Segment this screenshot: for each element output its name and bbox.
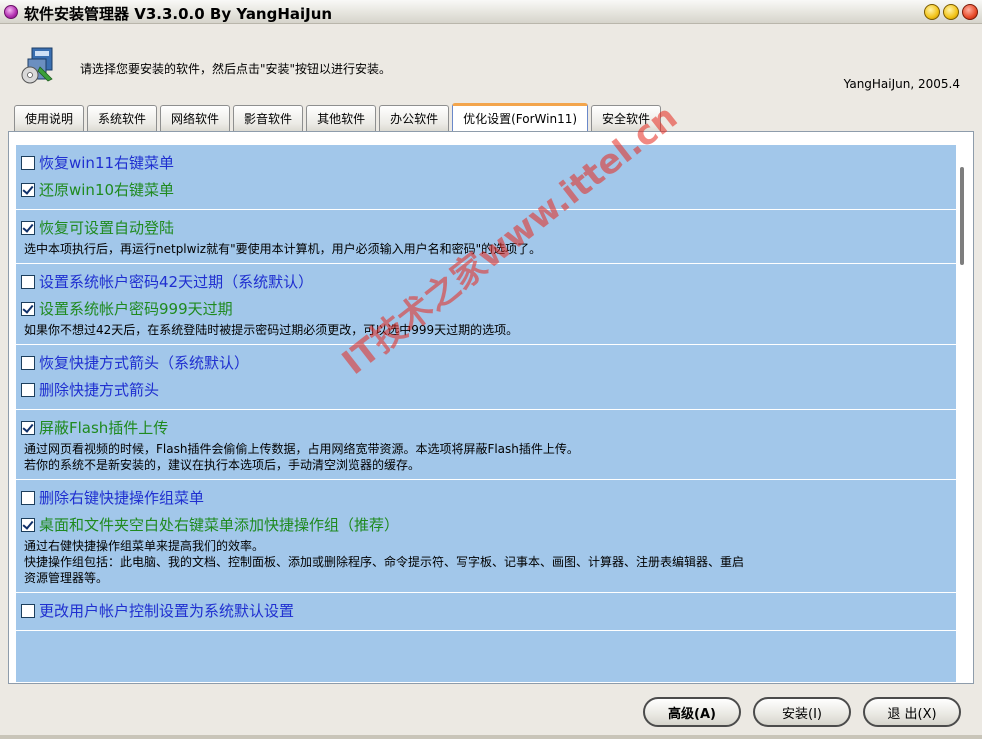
close-button[interactable] bbox=[962, 4, 978, 20]
button-bar: 高级(A) 安装(I) 退 出(X) bbox=[0, 688, 982, 739]
checked-checkbox[interactable] bbox=[21, 420, 35, 435]
option-group: 屏蔽Flash插件上传通过网页看视频的时候，Flash插件会偷偷上传数据，占用网… bbox=[16, 410, 956, 480]
option-group: 设置系统帐户密码42天过期（系统默认） 设置系统帐户密码999天过期如果你不想过4… bbox=[16, 264, 956, 345]
option-label[interactable]: 更改用户帐户控制设置为系统默认设置 bbox=[39, 600, 294, 621]
option-row[interactable]: 更改用户帐户控制设置为系统默认设置 bbox=[16, 597, 956, 624]
option-description: 快捷操作组包括：此电脑、我的文档、控制面板、添加或删除程序、命令提示符、写字板、… bbox=[24, 555, 745, 569]
option-group: 更改用户帐户控制设置为系统默认设置 bbox=[16, 593, 956, 631]
option-label[interactable]: 删除右键快捷操作组菜单 bbox=[39, 487, 204, 508]
window-bottom-edge bbox=[0, 735, 982, 739]
option-row[interactable]: 恢复win11右键菜单 bbox=[16, 149, 956, 176]
instruction-text: 请选择您要安装的软件，然后点击"安装"按钮以进行安装。 bbox=[80, 62, 392, 76]
tab-6[interactable]: 优化设置(ForWin11) bbox=[452, 103, 589, 131]
unchecked-checkbox[interactable] bbox=[21, 490, 35, 505]
author-credit: YangHaiJun, 2005.4 bbox=[843, 77, 960, 91]
maximize-button[interactable] bbox=[943, 4, 959, 20]
option-label[interactable]: 还原win10右键菜单 bbox=[39, 179, 174, 200]
checked-checkbox[interactable] bbox=[21, 182, 35, 197]
option-row[interactable]: 删除右键快捷操作组菜单 bbox=[16, 484, 956, 511]
unchecked-checkbox[interactable] bbox=[21, 355, 35, 370]
option-group: 恢复快捷方式箭头（系统默认） 删除快捷方式箭头 bbox=[16, 345, 956, 410]
option-label[interactable]: 桌面和文件夹空白处右键菜单添加快捷操作组（推荐） bbox=[39, 514, 399, 535]
option-group: 删除右键快捷操作组菜单桌面和文件夹空白处右键菜单添加快捷操作组（推荐） 通过右健快… bbox=[16, 480, 956, 593]
option-label[interactable]: 恢复快捷方式箭头（系统默认） bbox=[39, 352, 249, 373]
option-description: 资源管理器等。 bbox=[24, 571, 109, 585]
window-controls bbox=[924, 4, 978, 20]
tab-1[interactable]: 系统软件 bbox=[87, 105, 158, 131]
option-description: 若你的系统不是新安装的，建议在执行本选项后，手动清空浏览器的缓存。 bbox=[24, 458, 421, 472]
window-title: 软件安装管理器 V3.3.0.0 By YangHaiJun bbox=[24, 5, 333, 23]
option-group: 恢复可设置自动登陆选中本项执行后，再运行netplwiz就有"要使用本计算机，用… bbox=[16, 210, 956, 264]
unchecked-checkbox[interactable] bbox=[21, 603, 35, 618]
unchecked-checkbox[interactable] bbox=[21, 382, 35, 397]
checked-checkbox[interactable] bbox=[21, 220, 35, 235]
option-label[interactable]: 删除快捷方式箭头 bbox=[39, 379, 159, 400]
advanced-button[interactable]: 高级(A) bbox=[643, 697, 741, 727]
option-label[interactable]: 设置系统帐户密码999天过期 bbox=[39, 298, 233, 319]
option-group: 恢复win11右键菜单 还原win10右键菜单 bbox=[16, 145, 956, 210]
scroll-thumb[interactable] bbox=[960, 167, 964, 265]
checked-checkbox[interactable] bbox=[21, 301, 35, 316]
unchecked-checkbox[interactable] bbox=[21, 274, 35, 289]
option-row[interactable]: 屏蔽Flash插件上传 bbox=[16, 414, 956, 441]
tab-5[interactable]: 办公软件 bbox=[379, 105, 450, 131]
tab-3[interactable]: 影音软件 bbox=[233, 105, 304, 131]
option-description: 选中本项执行后，再运行netplwiz就有"要使用本计算机，用户必须输入用户名和… bbox=[24, 242, 542, 256]
tab-2[interactable]: 网络软件 bbox=[160, 105, 231, 131]
minimize-button[interactable] bbox=[924, 4, 940, 20]
tab-panel: 恢复win11右键菜单 还原win10右键菜单 恢复可设置自动登陆 选中本项执行后，再… bbox=[8, 131, 974, 684]
option-description: 通过网页看视频的时候，Flash插件会偷偷上传数据，占用网络宽带资源。本选项将屏… bbox=[24, 442, 579, 456]
option-label[interactable]: 屏蔽Flash插件上传 bbox=[39, 417, 168, 438]
checked-checkbox[interactable] bbox=[21, 517, 35, 532]
options-list: 恢复win11右键菜单 还原win10右键菜单 恢复可设置自动登陆 选中本项执行后，再… bbox=[16, 145, 956, 682]
option-label[interactable]: 恢复可设置自动登陆 bbox=[39, 217, 174, 238]
app-orb-icon bbox=[4, 5, 18, 19]
option-label[interactable]: 恢复win11右键菜单 bbox=[39, 152, 174, 173]
install-button[interactable]: 安装(I) bbox=[753, 697, 851, 727]
option-description: 如果你不想过42天后，在系统登陆时被提示密码过期必须更改，可以选中999天过期的… bbox=[24, 323, 519, 337]
tab-strip: 使用说明 系统软件 网络软件 影音软件 其他软件 办公软件 优化设置(ForWin11) 安全… bbox=[14, 103, 664, 131]
title-bar[interactable]: 软件安装管理器 V3.3.0.0 By YangHaiJun bbox=[0, 0, 982, 24]
tab-0[interactable]: 使用说明 bbox=[14, 105, 85, 131]
option-row[interactable]: 还原win10右键菜单 bbox=[16, 176, 956, 203]
option-row[interactable]: 删除快捷方式箭头 bbox=[16, 376, 956, 403]
option-label[interactable]: 设置系统帐户密码42天过期（系统默认） bbox=[39, 271, 313, 292]
unchecked-checkbox[interactable] bbox=[21, 155, 35, 170]
exit-button[interactable]: 退 出(X) bbox=[863, 697, 961, 727]
option-row[interactable]: 桌面和文件夹空白处右键菜单添加快捷操作组（推荐） bbox=[16, 511, 956, 538]
option-description: 通过右健快捷操作组菜单来提高我们的效率。 bbox=[24, 539, 265, 553]
tab-4[interactable]: 其他软件 bbox=[306, 105, 377, 131]
option-row[interactable]: 设置系统帐户密码999天过期 bbox=[16, 295, 956, 322]
installer-icon bbox=[21, 47, 53, 84]
option-row[interactable]: 设置系统帐户密码42天过期（系统默认） bbox=[16, 268, 956, 295]
vertical-scrollbar[interactable] bbox=[956, 145, 969, 682]
option-row[interactable]: 恢复可设置自动登陆 bbox=[16, 214, 956, 241]
tab-7[interactable]: 安全软件 bbox=[591, 105, 662, 131]
option-row[interactable]: 恢复快捷方式箭头（系统默认） bbox=[16, 349, 956, 376]
